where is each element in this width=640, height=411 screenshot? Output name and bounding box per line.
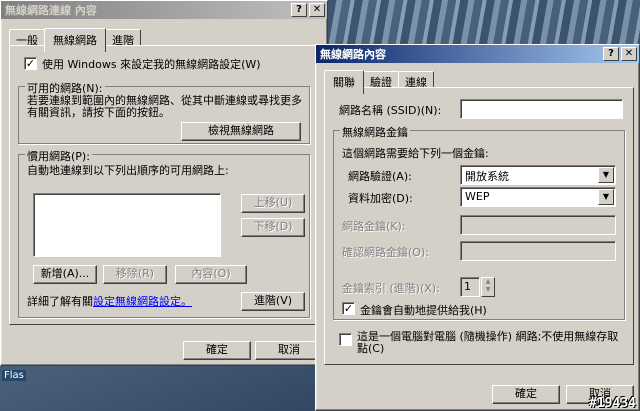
back-ok-button[interactable]: 確定	[183, 341, 251, 360]
back-window-tab-panel: ✓ 使用 Windows 來設定我的無線網路設定(W) 可用的網路(N): 若要…	[9, 45, 319, 325]
network-key-label: 網路金鑰(K):	[342, 220, 406, 233]
move-down-button[interactable]: 下移(D)	[241, 218, 305, 237]
key-index-input[interactable]: 1	[460, 277, 480, 297]
back-cancel-button[interactable]: 取消	[255, 341, 323, 360]
chevron-down-icon[interactable]: ▼	[598, 189, 614, 205]
back-window-titlebar[interactable]: 無線網路連線 內容 ? ✕	[1, 1, 327, 19]
wireless-key-group: 無線網路金鑰 這個網路需要給下列一個金鑰: 網路驗證(A): 開放系統 ▼ 資料…	[333, 124, 625, 320]
desktop-icon-label[interactable]: Flas	[2, 370, 26, 381]
add-network-button[interactable]: 新增(A)...	[33, 265, 97, 284]
auto-key-checkbox[interactable]: ✓	[342, 302, 355, 315]
remove-network-button[interactable]: 移除(R)	[103, 265, 167, 284]
learn-more-prefix: 詳細了解有關	[27, 295, 93, 308]
front-ok-button[interactable]: 確定	[492, 385, 560, 404]
ssid-label: 網路名稱 (SSID)(N):	[339, 104, 442, 117]
wireless-connection-properties-window: 無線網路連線 內容 ? ✕ 一般 無線網路 進階 ✓ 使用 Windows 來設…	[0, 0, 328, 366]
wireless-key-label: 無線網路金鑰	[340, 124, 410, 140]
encryption-select[interactable]: WEP ▼	[460, 187, 616, 207]
available-networks-text: 若要連線到範圍內的無線網路、從其中斷連線或尋找更多有關資訊，請按下面的按鈕。	[27, 94, 302, 119]
tab-wireless[interactable]: 無線網路	[44, 28, 106, 52]
adhoc-checkbox[interactable]	[339, 333, 352, 346]
chevron-down-icon[interactable]: ▼	[598, 167, 614, 183]
encryption-value: WEP	[465, 190, 490, 203]
desktop-wallpaper-rock	[310, 0, 640, 50]
wireless-network-properties-window: 無線網路內容 ? ✕ 關聯 驗證 連線 網路名稱 (SSID)(N): 無線網路…	[315, 44, 640, 411]
key-intro-text: 這個網路需要給下列一個金鑰:	[342, 147, 489, 160]
encryption-label: 資料加密(D):	[348, 192, 413, 205]
front-window-titlebar[interactable]: 無線網路內容 ? ✕	[316, 45, 639, 63]
view-wireless-networks-button[interactable]: 檢視無線網路	[181, 122, 301, 141]
front-window-tab-panel: 網路名稱 (SSID)(N): 無線網路金鑰 這個網路需要給下列一個金鑰: 網路…	[324, 87, 634, 365]
confirm-key-input[interactable]	[460, 241, 616, 261]
tab-association[interactable]: 關聯	[324, 70, 364, 94]
confirm-key-label: 確認網路金鑰(O):	[342, 246, 429, 259]
help-icon[interactable]: ?	[291, 3, 307, 17]
preferred-networks-list[interactable]	[33, 193, 221, 257]
preferred-networks-group: 慣用網路(P): 自動地連線到以下列出順序的可用網路上: 上移(U) 下移(D)…	[18, 148, 310, 318]
use-windows-label: 使用 Windows 來設定我的無線網路設定(W)	[42, 58, 261, 71]
preferred-networks-text: 自動地連線到以下列出順序的可用網路上:	[27, 164, 229, 177]
auth-value: 開放系統	[465, 170, 509, 183]
adhoc-label: 這是一個電腦對電腦 (隨機操作) 網路;不使用無線存取點(C)	[357, 330, 619, 355]
network-key-input[interactable]	[460, 215, 616, 235]
learn-more-text: 詳細了解有關設定無線網路設定。	[27, 293, 192, 309]
learn-more-link[interactable]: 設定無線網路設定。	[93, 295, 192, 308]
front-window-title: 無線網路內容	[320, 48, 386, 61]
auth-label: 網路驗證(A):	[348, 170, 412, 183]
auto-key-label: 金鑰會自動地提供給我(H)	[360, 304, 487, 317]
key-index-spinner[interactable]: ▲ ▼	[481, 277, 495, 297]
watermark: #19434	[589, 396, 636, 411]
key-index-label: 金鑰索引 (進階)(X):	[342, 282, 440, 295]
help-icon[interactable]: ?	[603, 47, 619, 61]
network-properties-button[interactable]: 內容(O)	[175, 265, 247, 284]
back-window-title: 無線網路連線 內容	[5, 4, 97, 17]
available-networks-group: 可用的網路(N): 若要連線到範圍內的無線網路、從其中斷連線或尋找更多有關資訊，…	[18, 80, 310, 144]
use-windows-checkbox[interactable]: ✓	[24, 57, 37, 70]
move-up-button[interactable]: 上移(U)	[241, 194, 305, 213]
ssid-input[interactable]	[460, 99, 623, 119]
auth-select[interactable]: 開放系統 ▼	[460, 165, 616, 185]
advanced-button[interactable]: 進階(V)	[241, 292, 305, 311]
close-icon[interactable]: ✕	[309, 3, 325, 17]
close-icon[interactable]: ✕	[621, 47, 637, 61]
